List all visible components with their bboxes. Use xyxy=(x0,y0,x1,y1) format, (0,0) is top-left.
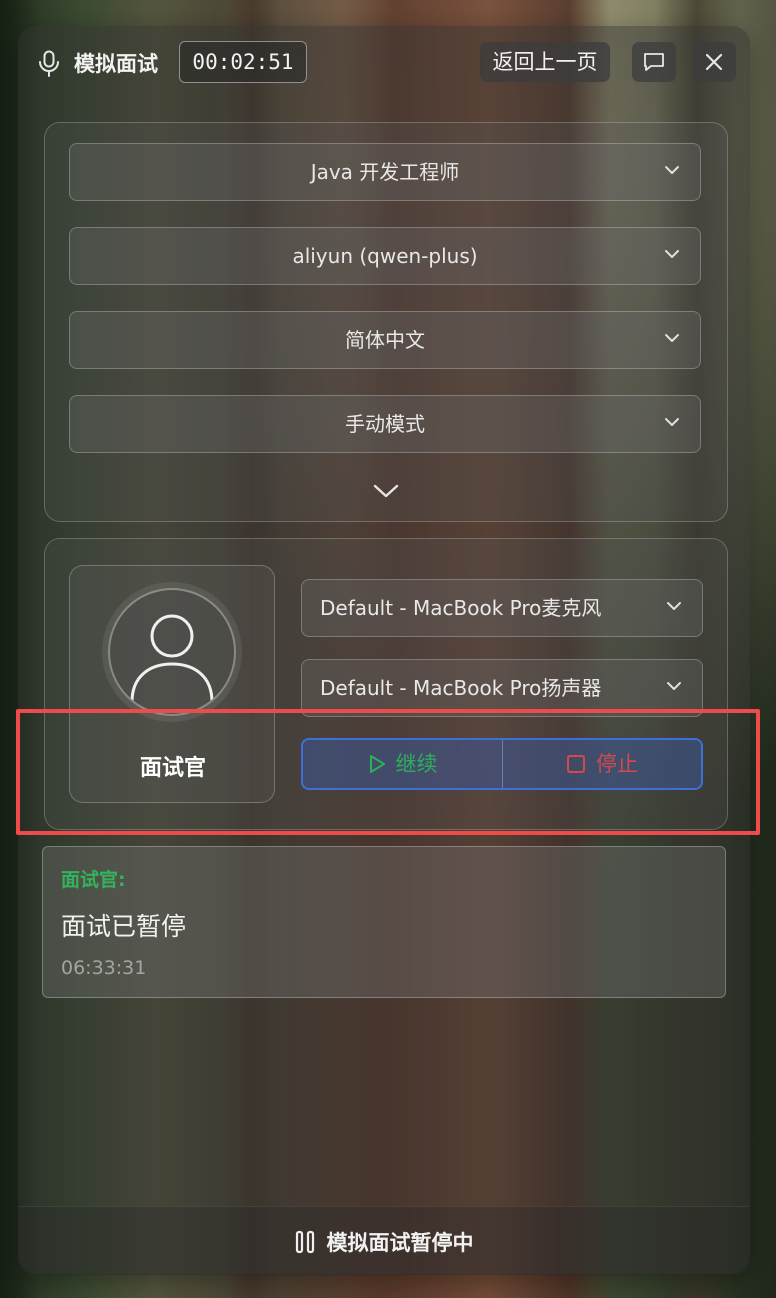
microphone-select[interactable]: Default - MacBook Pro麦克风 xyxy=(301,579,703,637)
chat-button[interactable] xyxy=(632,42,676,82)
chevron-down-icon xyxy=(665,166,679,174)
message-text: 面试已暂停 xyxy=(61,912,187,941)
expand-chevron-icon[interactable] xyxy=(373,483,399,499)
status-text: 模拟面试暂停中 xyxy=(326,1231,474,1255)
config-panel: Java 开发工程师 aliyun (qwen-plus) 简体中文 手动模式 xyxy=(44,122,728,522)
microphone-icon xyxy=(38,50,60,78)
pause-icon xyxy=(295,1230,314,1254)
elapsed-timer: 00:02:51 xyxy=(179,41,307,83)
back-button[interactable]: 返回上一页 xyxy=(480,42,610,82)
chevron-down-icon xyxy=(667,682,681,690)
window-title: 模拟面试 xyxy=(74,52,158,76)
role-select-value: Java 开发工程师 xyxy=(310,160,460,184)
user-icon xyxy=(130,614,214,703)
title-bar: 模拟面试 00:02:51 返回上一页 xyxy=(18,26,750,98)
close-button[interactable] xyxy=(692,42,736,82)
language-select-value: 简体中文 xyxy=(345,328,425,352)
role-select[interactable]: Java 开发工程师 xyxy=(69,143,701,201)
highlight-box xyxy=(16,709,760,835)
mode-select-value: 手动模式 xyxy=(345,412,425,436)
chevron-down-icon xyxy=(665,418,679,426)
mode-select[interactable]: 手动模式 xyxy=(69,395,701,453)
chat-bubble-icon xyxy=(644,53,664,71)
close-icon xyxy=(705,53,723,71)
interview-window: 模拟面试 00:02:51 返回上一页 Java 开发工程师 aliyun (q… xyxy=(18,26,750,1275)
chevron-down-icon xyxy=(665,250,679,258)
message-speaker: 面试官: xyxy=(61,869,126,891)
model-select[interactable]: aliyun (qwen-plus) xyxy=(69,227,701,285)
chevron-down-icon xyxy=(667,602,681,610)
language-select[interactable]: 简体中文 xyxy=(69,311,701,369)
message-card: 面试官: 面试已暂停 06:33:31 xyxy=(42,846,726,998)
status-indicator: 模拟面试暂停中 xyxy=(18,1227,750,1257)
status-bar: 模拟面试暂停中 xyxy=(18,1206,750,1275)
chevron-down-icon xyxy=(665,334,679,342)
model-select-value: aliyun (qwen-plus) xyxy=(292,244,478,268)
microphone-select-value: Default - MacBook Pro麦克风 xyxy=(320,596,602,620)
avatar xyxy=(108,588,236,716)
message-timestamp: 06:33:31 xyxy=(61,957,147,979)
speaker-select-value: Default - MacBook Pro扬声器 xyxy=(320,676,602,700)
